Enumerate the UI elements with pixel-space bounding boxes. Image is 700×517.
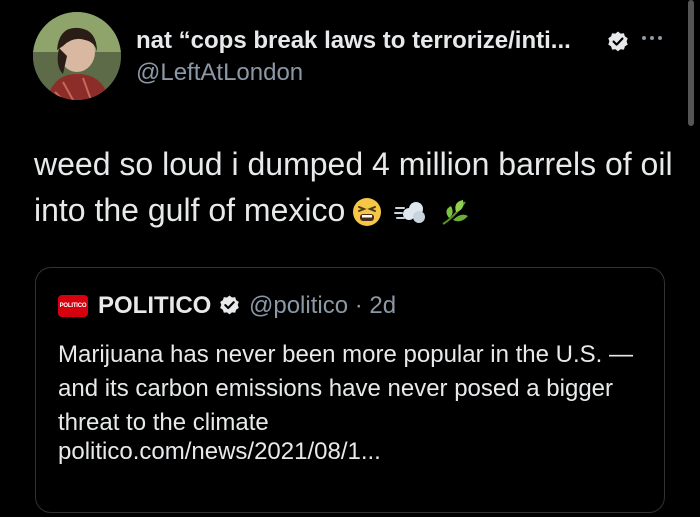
quoted-author-name[interactable]: POLITICO [98, 292, 211, 320]
quoted-tweet-card[interactable]: POLITICO POLITICO @politico · 2d Marijua… [35, 267, 665, 513]
avatar[interactable] [33, 12, 121, 100]
author-handle[interactable]: @LeftAtLondon [136, 59, 303, 87]
politico-logo[interactable]: POLITICO [58, 295, 88, 317]
author-display-name[interactable]: nat “cops break laws to terrorize/inti..… [136, 27, 606, 55]
quoted-handle-time[interactable]: @politico · 2d [249, 292, 396, 320]
tweet-text: weed so loud i dumped 4 million barrels … [34, 141, 674, 240]
more-options-icon[interactable] [638, 24, 666, 52]
avatar-image [33, 12, 121, 100]
emoji-group [351, 194, 473, 240]
quoted-tweet-text: Marijuana has never been more popular in… [58, 341, 633, 436]
quoted-link[interactable]: politico.com/news/2021/08/1... [58, 438, 381, 466]
tired-face-emoji-icon [353, 198, 382, 226]
quoted-verified-badge-icon [220, 295, 239, 315]
dash-emoji-icon [394, 202, 426, 223]
tweet: nat “cops break laws to terrorize/inti..… [0, 0, 700, 517]
scrollbar[interactable] [688, 0, 694, 126]
herb-emoji-icon [442, 200, 469, 225]
verified-badge-icon [608, 31, 628, 52]
